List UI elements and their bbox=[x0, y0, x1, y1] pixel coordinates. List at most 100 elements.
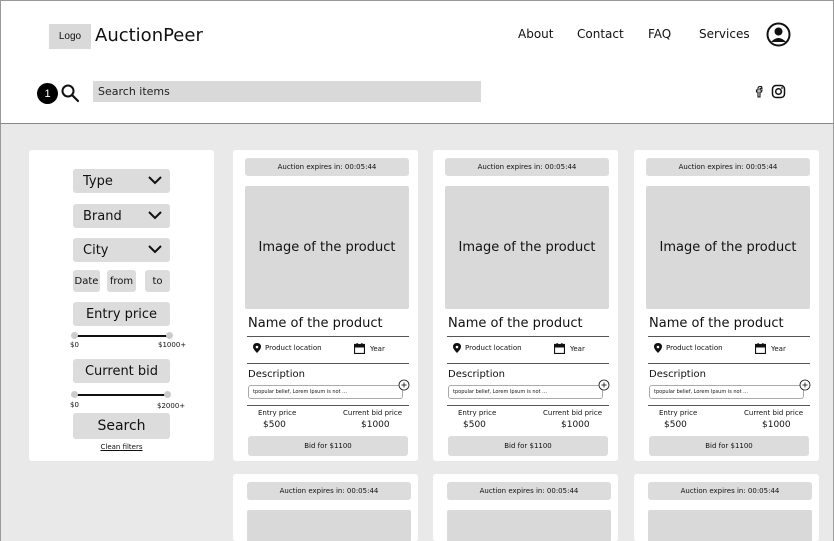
auction-timer: Auction expires in: 00:05:44 bbox=[247, 482, 411, 500]
calendar-icon bbox=[755, 343, 766, 354]
product-name[interactable]: Name of the product bbox=[649, 316, 784, 331]
current-bid-value: $1000 bbox=[762, 420, 791, 430]
product-image[interactable]: Image of the product bbox=[646, 186, 810, 309]
product-name[interactable]: Name of the product bbox=[448, 316, 583, 331]
entry-price-label: Entry price bbox=[458, 409, 497, 417]
product-location: Product location bbox=[453, 343, 522, 353]
date-from-field[interactable]: from bbox=[107, 270, 136, 292]
chevron-down-icon bbox=[148, 211, 162, 220]
description-label: Description bbox=[248, 369, 305, 380]
description-label: Description bbox=[448, 369, 505, 380]
main-content: Type Brand City Date from to Entry price… bbox=[0, 124, 834, 541]
divider bbox=[247, 363, 409, 364]
entry-price-value: $500 bbox=[463, 420, 486, 430]
description-text: tpopular belief, Lorem Ipsum is not ... bbox=[649, 385, 804, 399]
bid-button[interactable]: Bid for $1100 bbox=[248, 436, 408, 456]
auction-timer: Auction expires in: 00:05:44 bbox=[245, 158, 409, 176]
description-text: tpopular belief, Lorem Ipsum is not ... bbox=[248, 385, 403, 399]
filter-search-button[interactable]: Search bbox=[73, 413, 170, 439]
product-card: Auction expires in: 00:05:44 bbox=[233, 474, 418, 541]
current-bid-value: $1000 bbox=[361, 420, 390, 430]
nav-about[interactable]: About bbox=[518, 27, 553, 41]
location-text: Product location bbox=[265, 344, 322, 352]
step-badge: 1 bbox=[37, 83, 58, 104]
nav-services[interactable]: Services bbox=[699, 27, 750, 41]
current-bid-value: $1000 bbox=[561, 420, 590, 430]
divider bbox=[648, 405, 810, 406]
product-name[interactable]: Name of the product bbox=[248, 316, 383, 331]
expand-plus-icon[interactable] bbox=[598, 379, 610, 391]
nav-faq[interactable]: FAQ bbox=[648, 27, 671, 41]
bid-button[interactable]: Bid for $1100 bbox=[649, 436, 809, 456]
current-bid-slider[interactable] bbox=[75, 394, 169, 396]
calendar-icon bbox=[354, 343, 365, 354]
current-bid-label: Current bid price bbox=[543, 409, 602, 417]
clean-filters-link[interactable]: Clean filters bbox=[29, 443, 214, 451]
entry-price-slider[interactable] bbox=[75, 335, 170, 337]
date-to-field[interactable]: to bbox=[145, 270, 170, 292]
description-text: tpopular belief, Lorem Ipsum is not ... bbox=[448, 385, 603, 399]
auction-timer: Auction expires in: 00:05:44 bbox=[646, 158, 810, 176]
divider bbox=[447, 336, 609, 337]
bid-min-handle[interactable] bbox=[71, 391, 78, 398]
entry-max-handle[interactable] bbox=[166, 332, 173, 339]
location-text: Product location bbox=[465, 344, 522, 352]
calendar-icon bbox=[554, 343, 565, 354]
filter-panel: Type Brand City Date from to Entry price… bbox=[29, 150, 214, 461]
search-input[interactable] bbox=[93, 81, 481, 102]
year-text: Year bbox=[771, 344, 786, 353]
location-pin-icon bbox=[253, 343, 261, 353]
current-bid-label: Current bid bbox=[73, 359, 170, 383]
city-select[interactable]: City bbox=[73, 238, 170, 262]
divider bbox=[447, 405, 609, 406]
product-image[interactable] bbox=[247, 510, 411, 541]
bid-button[interactable]: Bid for $1100 bbox=[448, 436, 608, 456]
date-label: Date bbox=[73, 270, 100, 292]
chevron-down-icon bbox=[148, 245, 162, 254]
bid-max-handle[interactable] bbox=[164, 391, 171, 398]
product-year: Year bbox=[354, 343, 385, 354]
description-label: Description bbox=[649, 369, 706, 380]
product-image[interactable]: Image of the product bbox=[245, 186, 409, 309]
brand-select[interactable]: Brand bbox=[73, 204, 170, 228]
instagram-icon[interactable] bbox=[771, 84, 786, 99]
expand-plus-icon[interactable] bbox=[799, 379, 811, 391]
product-image[interactable]: Image of the product bbox=[445, 186, 609, 309]
location-text: Product location bbox=[666, 344, 723, 352]
chevron-down-icon bbox=[148, 176, 162, 185]
product-image[interactable] bbox=[447, 510, 611, 541]
location-pin-icon bbox=[453, 343, 461, 353]
expand-plus-icon[interactable] bbox=[398, 379, 410, 391]
entry-min-label: $0 bbox=[70, 341, 79, 349]
type-select[interactable]: Type bbox=[73, 169, 170, 193]
type-label: Type bbox=[83, 173, 113, 189]
auction-timer: Auction expires in: 00:05:44 bbox=[445, 158, 609, 176]
city-label: City bbox=[83, 242, 109, 258]
divider bbox=[247, 336, 409, 337]
user-circle-icon[interactable] bbox=[766, 22, 791, 47]
entry-max-label: $1000+ bbox=[158, 341, 187, 349]
entry-price-label: Entry price bbox=[258, 409, 297, 417]
bid-max-label: $2000+ bbox=[157, 402, 186, 410]
nav-contact[interactable]: Contact bbox=[577, 27, 624, 41]
brand-label: Brand bbox=[83, 208, 122, 224]
product-image[interactable] bbox=[648, 510, 812, 541]
product-year: Year bbox=[554, 343, 585, 354]
facebook-icon[interactable] bbox=[752, 84, 767, 99]
product-location: Product location bbox=[253, 343, 322, 353]
search-icon[interactable] bbox=[60, 83, 80, 103]
entry-price-label: Entry price bbox=[659, 409, 698, 417]
entry-min-handle[interactable] bbox=[71, 332, 78, 339]
product-card: Auction expires in: 00:05:44 bbox=[634, 474, 819, 541]
bid-min-label: $0 bbox=[70, 401, 79, 409]
location-pin-icon bbox=[654, 343, 662, 353]
auction-timer: Auction expires in: 00:05:44 bbox=[447, 482, 611, 500]
brand-name[interactable]: AuctionPeer bbox=[95, 25, 203, 46]
product-card: Auction expires in: 00:05:44 Image of th… bbox=[433, 150, 618, 461]
year-text: Year bbox=[370, 344, 385, 353]
divider bbox=[447, 363, 609, 364]
product-card: Auction expires in: 00:05:44 Image of th… bbox=[233, 150, 418, 461]
header: Logo AuctionPeer About Contact FAQ Servi… bbox=[0, 0, 834, 124]
entry-price-label: Entry price bbox=[73, 302, 170, 326]
logo[interactable]: Logo bbox=[49, 24, 91, 49]
